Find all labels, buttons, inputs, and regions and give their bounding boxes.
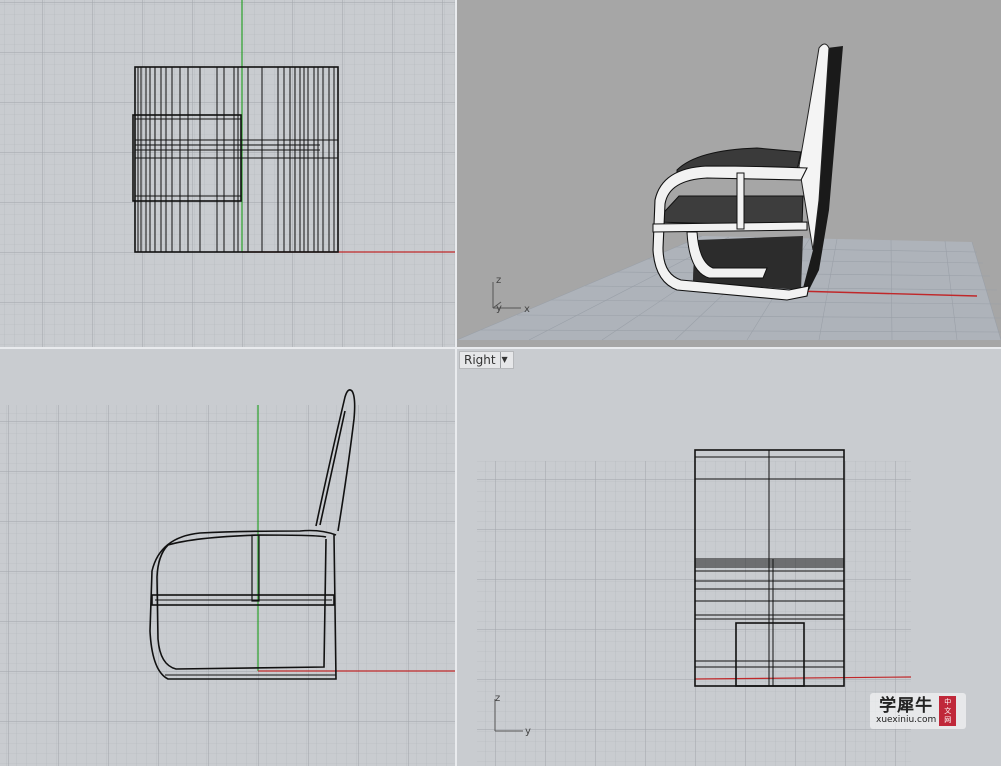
- viewport-menu-dropdown-icon[interactable]: ▼: [499, 352, 509, 368]
- vertical-viewport-divider[interactable]: [455, 0, 457, 766]
- top-viewport-canvas: [0, 0, 455, 347]
- horizontal-viewport-divider[interactable]: [0, 347, 1001, 349]
- watermark-brand-en: xuexiniu.com: [876, 714, 937, 725]
- watermark-seal: 中 文 网: [939, 696, 957, 726]
- axis-label-y: y: [525, 726, 531, 737]
- axis-label-y: y: [496, 303, 502, 314]
- front-viewport[interactable]: [0, 349, 455, 766]
- construction-grid: [0, 405, 455, 766]
- axis-label-x: x: [524, 304, 530, 315]
- construction-grid: [0, 0, 455, 347]
- front-viewport-canvas: [0, 349, 455, 766]
- viewport-name: Right: [464, 353, 496, 367]
- watermark-logo: 学犀牛 xuexiniu.com 中 文 网: [870, 693, 966, 729]
- construction-grid: [477, 461, 911, 766]
- watermark-brand-cn: 学犀牛: [879, 695, 934, 716]
- viewport-title-right[interactable]: Right ▼: [459, 351, 514, 369]
- axis-label-z: z: [496, 275, 501, 286]
- perspective-viewport[interactable]: z y x: [457, 0, 1001, 347]
- axis-label-z: z: [495, 693, 500, 704]
- top-viewport[interactable]: [0, 0, 455, 347]
- perspective-viewport-canvas: z y x: [457, 0, 1001, 347]
